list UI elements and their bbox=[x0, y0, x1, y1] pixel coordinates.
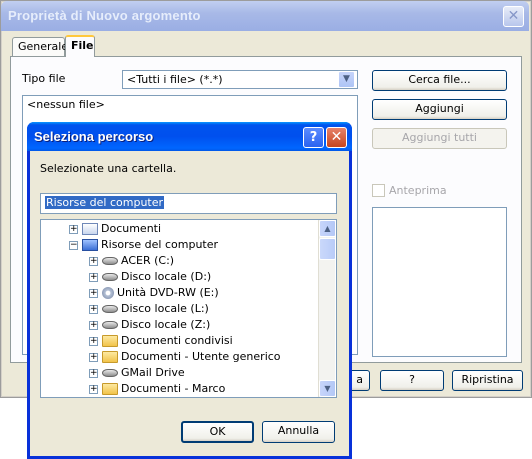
dialog-close-icon[interactable]: ✕ bbox=[326, 127, 347, 148]
file-type-select[interactable]: <Tutti i file> (*.*) bbox=[122, 70, 358, 89]
tree-item-label: Documenti - Marco bbox=[121, 382, 226, 395]
tree-scrollbar[interactable]: ▲ ▼ bbox=[318, 220, 336, 397]
expand-icon[interactable]: + bbox=[89, 272, 98, 282]
tree-item-label: Risorse del computer bbox=[101, 238, 219, 251]
expand-icon[interactable]: + bbox=[89, 256, 98, 266]
folder-path-input[interactable]: Risorse del computer bbox=[40, 193, 337, 214]
tree-item-acer-c[interactable]: + ACER (C:) bbox=[89, 253, 174, 269]
search-files-button[interactable]: Cerca file... bbox=[372, 70, 507, 91]
expand-icon[interactable]: + bbox=[89, 288, 98, 298]
tab-generale[interactable]: Generale bbox=[12, 37, 68, 57]
folder-icon bbox=[102, 383, 118, 395]
computer-icon bbox=[82, 239, 98, 251]
scroll-up-icon[interactable]: ▲ bbox=[319, 220, 336, 237]
dialog-instruction: Selezionate una cartella. bbox=[40, 162, 177, 175]
expand-icon[interactable]: + bbox=[89, 384, 98, 394]
restore-button[interactable]: Ripristina bbox=[452, 370, 523, 391]
drive-icon bbox=[102, 369, 118, 377]
cd-drive-icon bbox=[102, 287, 114, 299]
tree-item-documenti-utente-generico[interactable]: + Documenti - Utente generico bbox=[89, 349, 281, 365]
preview-checkbox[interactable] bbox=[372, 184, 385, 197]
documents-icon bbox=[82, 223, 98, 235]
help-button[interactable]: ? bbox=[380, 370, 444, 391]
tree-item-gmail-drive[interactable]: + GMail Drive bbox=[89, 365, 185, 381]
cancel-button[interactable]: Annulla bbox=[262, 421, 335, 443]
tree-item-label: Documenti bbox=[101, 222, 162, 235]
window-title: Proprietà di Nuovo argomento bbox=[8, 8, 201, 23]
tree-item-label: Documenti - Utente generico bbox=[121, 350, 281, 363]
add-all-button[interactable]: Aggiungi tutti bbox=[372, 128, 507, 149]
tree-item-label: Unità DVD-RW (E:) bbox=[117, 286, 219, 299]
tree-item-label: Documenti condivisi bbox=[121, 334, 233, 347]
tree-item-label: GMail Drive bbox=[121, 366, 185, 379]
tree-item-label: Disco locale (Z:) bbox=[121, 318, 211, 331]
collapse-icon[interactable]: − bbox=[69, 240, 78, 250]
expand-icon[interactable]: + bbox=[89, 304, 98, 314]
ok-button[interactable]: OK bbox=[181, 421, 254, 443]
drive-icon bbox=[102, 273, 118, 281]
preview-box bbox=[372, 207, 507, 357]
dialog-title: Seleziona percorso bbox=[34, 129, 154, 144]
tree-item-label: Disco locale (D:) bbox=[121, 270, 212, 283]
tree-item-disco-d[interactable]: + Disco locale (D:) bbox=[89, 269, 211, 285]
tree-item-documenti[interactable]: + Documenti bbox=[69, 221, 161, 237]
expand-icon[interactable]: + bbox=[89, 352, 98, 362]
tree-item-documenti-condivisi[interactable]: + Documenti condivisi bbox=[89, 333, 233, 349]
tab-file[interactable]: File bbox=[65, 35, 95, 57]
expand-icon[interactable]: + bbox=[69, 224, 78, 234]
folder-icon bbox=[102, 351, 118, 363]
expand-icon[interactable]: + bbox=[89, 336, 98, 346]
preview-label: Anteprima bbox=[389, 184, 447, 197]
folder-path-value: Risorse del computer bbox=[45, 196, 165, 209]
tree-item-label: ACER (C:) bbox=[121, 254, 175, 267]
help-icon[interactable]: ? bbox=[303, 127, 324, 148]
drive-icon bbox=[102, 305, 118, 313]
scroll-down-icon[interactable]: ▼ bbox=[319, 380, 336, 397]
add-button[interactable]: Aggiungi bbox=[372, 99, 507, 120]
close-icon[interactable]: ✕ bbox=[503, 6, 524, 27]
scroll-thumb[interactable] bbox=[319, 238, 336, 260]
drive-icon bbox=[102, 257, 118, 265]
expand-icon[interactable]: + bbox=[89, 368, 98, 378]
tree-item-risorse-computer[interactable]: − Risorse del computer bbox=[69, 237, 218, 253]
drive-icon bbox=[102, 321, 118, 329]
folder-icon bbox=[102, 335, 118, 347]
chevron-down-icon[interactable]: ▼ bbox=[338, 71, 355, 88]
tree-item-disco-z[interactable]: + Disco locale (Z:) bbox=[89, 317, 210, 333]
tree-item-dvd-e[interactable]: + Unità DVD-RW (E:) bbox=[89, 285, 219, 301]
file-list-empty-text: <nessun file> bbox=[27, 98, 105, 111]
tree-item-disco-l[interactable]: + Disco locale (L:) bbox=[89, 301, 209, 317]
expand-icon[interactable]: + bbox=[89, 320, 98, 330]
tree-item-label: Disco locale (L:) bbox=[121, 302, 209, 315]
file-type-label: Tipo file bbox=[22, 72, 66, 85]
tree-item-documenti-marco[interactable]: + Documenti - Marco bbox=[89, 381, 225, 397]
folder-tree[interactable]: + Documenti − Risorse del computer + ACER (… bbox=[40, 219, 337, 398]
